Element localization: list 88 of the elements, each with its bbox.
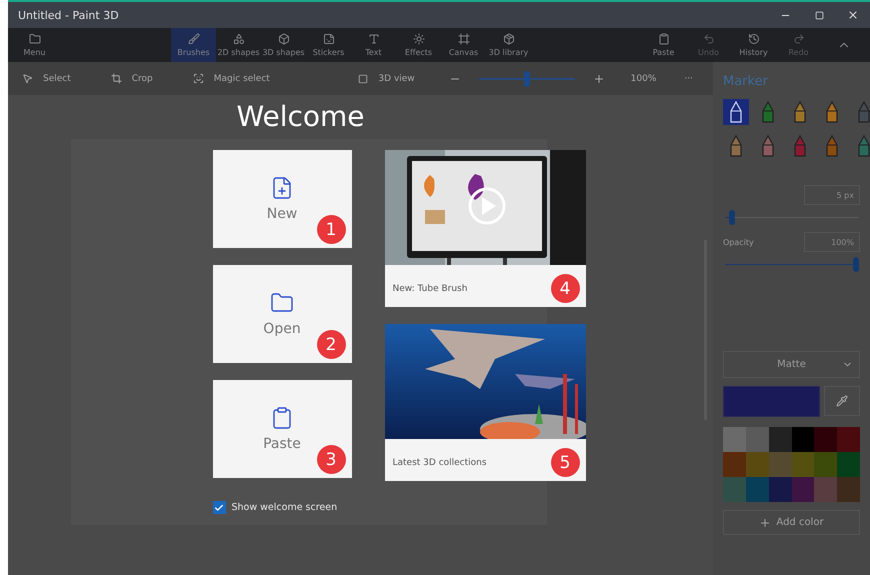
ribbon-tab[interactable]: Canvas	[441, 28, 486, 62]
number-badge: 1	[316, 215, 346, 244]
color-swatch[interactable]	[837, 477, 860, 502]
action-card[interactable]: New 1	[212, 150, 352, 248]
redo-icon	[792, 33, 804, 45]
tool-button[interactable]: Select	[16, 72, 77, 85]
color-swatch[interactable]	[792, 477, 814, 502]
zoom-slider-thumb[interactable]	[524, 70, 530, 86]
ribbon-tab[interactable]: Text	[351, 28, 396, 62]
brush-button[interactable]	[723, 99, 749, 125]
eyedropper-icon	[836, 395, 848, 407]
more-button[interactable]: ···	[678, 72, 699, 84]
opacity-field[interactable]: 100%	[804, 232, 860, 252]
thickness-field[interactable]: 5 px	[804, 185, 860, 205]
media-caption: New: Tube Brush	[392, 284, 468, 294]
action-label: Open	[263, 321, 301, 337]
color-swatch[interactable]	[814, 427, 838, 452]
color-swatch[interactable]	[723, 452, 746, 477]
color-swatch[interactable]	[768, 427, 792, 452]
color-swatch[interactable]	[723, 477, 746, 502]
number-badge: 3	[316, 445, 346, 474]
plus-icon	[759, 516, 772, 528]
color-swatch[interactable]	[723, 427, 746, 452]
panel-title: Marker	[723, 74, 769, 89]
current-color-swatch[interactable]	[723, 386, 820, 417]
ribbon-action[interactable]: History	[731, 28, 776, 62]
ribbon-tab[interactable]: 3D library	[486, 28, 531, 62]
sticker-icon	[322, 33, 334, 45]
action-card[interactable]: Open 2	[212, 265, 352, 363]
view-3d-button[interactable]: 3D view	[352, 72, 421, 84]
color-swatch[interactable]	[768, 452, 792, 477]
crop-icon	[110, 73, 122, 84]
history-icon	[748, 33, 760, 45]
color-swatch[interactable]	[792, 452, 814, 477]
media-card[interactable]: Latest 3D collections 5	[384, 324, 586, 481]
shapes-icon	[232, 33, 244, 45]
color-swatch[interactable]	[746, 477, 769, 502]
menu-button[interactable]: Menu	[12, 28, 57, 62]
frame-icon	[458, 33, 470, 45]
color-swatch[interactable]	[746, 427, 769, 452]
ribbon-tab[interactable]: Effects	[396, 28, 441, 62]
ribbon-tab[interactable]: Brushes	[171, 28, 216, 62]
sun-icon	[412, 33, 424, 45]
check-icon	[214, 502, 224, 512]
finish-dropdown[interactable]: Matte	[723, 351, 860, 378]
tool-button[interactable]: Crop	[104, 72, 159, 85]
number-badge: 4	[550, 274, 580, 303]
ribbon-tab[interactable]: Stickers	[306, 28, 351, 62]
thickness-slider-thumb[interactable]	[728, 210, 735, 225]
eyedropper-button[interactable]	[824, 386, 860, 416]
cube-icon	[278, 33, 290, 45]
number-badge: 5	[550, 448, 580, 477]
action-card[interactable]: Paste 3	[212, 380, 352, 478]
zoom-reading: 100%	[630, 74, 656, 84]
text-icon	[368, 33, 380, 45]
zoom-in-icon[interactable]	[592, 72, 605, 84]
clipboard-icon	[658, 33, 670, 45]
opacity-label: Opacity	[723, 238, 754, 246]
color-swatch[interactable]	[837, 427, 860, 452]
view-3d-icon	[358, 74, 368, 84]
color-swatch[interactable]	[746, 452, 769, 477]
welcome-title: Welcome	[236, 100, 365, 133]
add-color-button[interactable]: Add color	[723, 510, 860, 535]
action-label: New	[266, 206, 298, 222]
color-swatch[interactable]	[814, 477, 838, 502]
ribbon-tab[interactable]: 3D shapes	[261, 28, 306, 62]
action-label: Paste	[263, 436, 301, 452]
brush-icon	[188, 33, 200, 45]
package-icon	[502, 33, 514, 45]
media-caption: Latest 3D collections	[392, 458, 487, 468]
pointer-icon	[22, 73, 33, 84]
window-title: Untitled - Paint 3D	[18, 8, 120, 22]
color-swatch[interactable]	[792, 427, 814, 452]
color-swatch[interactable]	[837, 452, 860, 477]
tool-button[interactable]: Magic select	[186, 72, 276, 85]
ribbon-action[interactable]: Paste	[641, 28, 686, 62]
color-swatch[interactable]	[768, 477, 792, 502]
checkbox-label: Show welcome screen	[232, 502, 338, 513]
folder-icon	[28, 33, 40, 45]
close-icon	[847, 9, 859, 21]
number-badge: 2	[316, 330, 346, 359]
media-card[interactable]: New: Tube Brush 4	[384, 150, 586, 307]
undo-icon	[702, 33, 714, 45]
maximize-icon	[814, 10, 824, 20]
checkbox[interactable]	[212, 501, 226, 514]
ribbon-tab[interactable]: 2D shapes	[216, 28, 261, 62]
color-swatch[interactable]	[814, 452, 838, 477]
opacity-slider-thumb[interactable]	[853, 257, 859, 272]
